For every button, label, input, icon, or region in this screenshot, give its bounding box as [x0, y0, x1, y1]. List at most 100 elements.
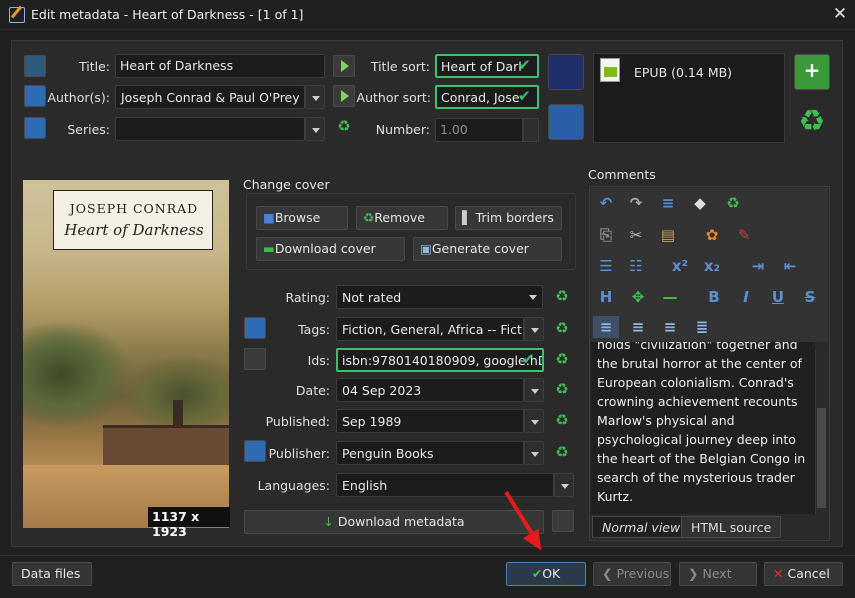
cancel-button[interactable]: ✕ Cancel [764, 562, 843, 586]
comments-scroll-thumb[interactable] [817, 408, 826, 508]
clear-publisher-recycle-icon[interactable]: ♻ [551, 443, 573, 461]
number-spinbox[interactable]: 1.00 [435, 118, 523, 142]
authors-combo[interactable]: Joseph Conrad & Paul O'Prey [115, 85, 305, 109]
superscript-icon[interactable]: x² [669, 255, 691, 277]
download-metadata-button[interactable]: ↓ Download metadata [244, 510, 544, 534]
manage-tags-icon[interactable] [244, 317, 266, 339]
subscript-icon[interactable]: x₂ [701, 255, 723, 277]
clear-date-recycle-icon[interactable]: ♻ [551, 380, 573, 398]
tags-dropdown-icon[interactable] [524, 317, 544, 341]
tags-input[interactable]: Fiction, General, Africa -- Fiction, [336, 317, 524, 341]
paste-isbn-icon[interactable] [244, 348, 266, 370]
publisher-dropdown-icon[interactable] [524, 441, 544, 465]
rating-combo[interactable]: Not rated [336, 285, 543, 309]
title-bar: Edit metadata - Heart of Darkness - [1 o… [0, 0, 855, 30]
generate-cover-label: Generate cover [431, 241, 529, 256]
browse-cover-label: Browse [274, 210, 321, 225]
strikethrough-icon[interactable]: S [799, 286, 821, 308]
format-entry[interactable]: EPUB (0.14 MB) [634, 65, 732, 80]
data-files-button[interactable]: Data files [12, 562, 92, 586]
browse-folder-icon: ■ [263, 210, 275, 225]
italic-icon[interactable]: I [735, 286, 757, 308]
data-files-label: Data files [21, 566, 81, 581]
published-label: Published: [265, 414, 330, 429]
manage-publisher-icon[interactable] [244, 440, 266, 462]
remove-cover-button[interactable]: ♻Remove [356, 206, 448, 230]
recycle-icon[interactable]: ♻ [722, 192, 744, 214]
next-button[interactable]: ❯ Next [679, 562, 757, 586]
cover-boat [103, 425, 229, 470]
series-dropdown-icon[interactable] [305, 117, 325, 141]
manage-series-icon[interactable] [24, 117, 46, 139]
align-right-icon[interactable]: ≡ [659, 316, 681, 338]
download-cover-button[interactable]: ▬Download cover [256, 237, 405, 261]
previous-button[interactable]: ❮ Previous [593, 562, 671, 586]
insert-link-icon[interactable]: ✥ [627, 286, 649, 308]
outdent-icon[interactable]: ⇤ [779, 255, 801, 277]
languages-combo[interactable]: English [336, 473, 554, 497]
align-justify-icon[interactable]: ≣ [691, 316, 713, 338]
bold-icon[interactable]: B [703, 286, 725, 308]
horizontal-rule-icon[interactable]: — [659, 286, 681, 308]
languages-dropdown-icon[interactable] [554, 473, 574, 497]
redo-icon[interactable]: ↷ [625, 192, 647, 214]
align-left-icon[interactable]: ≡ [593, 316, 619, 338]
clear-rating-recycle-icon[interactable]: ♻ [551, 287, 573, 305]
published-dropdown-icon[interactable] [524, 409, 544, 433]
ids-input[interactable]: isbn:9780140180909, google:hD [336, 348, 544, 372]
underline-icon[interactable]: U [767, 286, 789, 308]
indent-icon[interactable]: ⇥ [747, 255, 769, 277]
clear-tags-recycle-icon[interactable]: ♻ [551, 319, 573, 337]
publisher-label: Publisher: [268, 446, 330, 461]
metadata-sources-config-icon[interactable] [552, 510, 574, 532]
number-spinner-buttons[interactable] [523, 118, 539, 142]
copy-icon[interactable]: ⎘ [595, 224, 617, 246]
paste-icon[interactable]: ▤ [657, 224, 679, 246]
ordered-list-icon[interactable]: ☰ [595, 255, 617, 277]
title-input[interactable]: Heart of Darkness [115, 54, 325, 78]
download-metadata-label: Download metadata [337, 514, 465, 529]
date-edit[interactable]: 04 Sep 2023 [336, 378, 524, 402]
comments-line: the heart of the Belgian Congo in [597, 451, 806, 466]
close-icon[interactable]: ✕ [831, 4, 849, 24]
ok-button[interactable]: ✔OK [506, 562, 586, 586]
select-all-icon[interactable]: ≡ [657, 192, 679, 214]
remove-format-recycle-icon[interactable]: ♻ [794, 104, 830, 140]
add-format-icon[interactable]: + [794, 54, 830, 90]
cover-preview-icon[interactable] [548, 54, 584, 90]
clear-series-recycle-icon[interactable]: ♻ [333, 117, 355, 135]
undo-icon[interactable]: ↶ [595, 192, 617, 214]
clear-ids-recycle-icon[interactable]: ♻ [551, 350, 573, 368]
swap-title-author-icon[interactable] [24, 55, 46, 77]
cut-icon[interactable]: ✂ [625, 224, 647, 246]
download-cover-label: Download cover [274, 241, 376, 256]
tab-html-source[interactable]: HTML source [681, 516, 782, 538]
comments-scrollbar[interactable] [815, 350, 827, 514]
unordered-list-icon[interactable]: ☷ [625, 255, 647, 277]
edit-cover-icon[interactable] [548, 104, 584, 140]
ids-value: isbn:9780140180909, google:hD [342, 353, 544, 368]
trim-borders-button[interactable]: ▌ Trim borders [455, 206, 562, 230]
author-sort-arrow-button[interactable] [333, 85, 355, 107]
tab-normal-view[interactable]: Normal view [592, 516, 691, 538]
comments-text-editor[interactable]: holds "civilization" together and the br… [591, 342, 815, 514]
change-cover-label: Change cover [243, 177, 330, 192]
align-center-icon[interactable]: ≡ [627, 316, 649, 338]
remove-recycle-icon: ♻ [363, 210, 375, 225]
background-color-icon[interactable]: ✿ [701, 224, 723, 246]
clear-published-recycle-icon[interactable]: ♻ [551, 411, 573, 429]
published-edit[interactable]: Sep 1989 [336, 409, 524, 433]
authors-dropdown-icon[interactable] [305, 85, 325, 109]
comments-line: psychological journey deep into [597, 432, 796, 447]
heading-icon[interactable]: H [595, 286, 617, 308]
rating-dropdown-icon[interactable] [523, 285, 543, 309]
foreground-color-icon[interactable]: ✎ [733, 224, 755, 246]
title-sort-arrow-button[interactable] [333, 55, 355, 77]
cover-tree-shape [23, 320, 133, 430]
generate-cover-button[interactable]: ▣Generate cover [413, 237, 562, 261]
publisher-combo[interactable]: Penguin Books [336, 441, 524, 465]
series-combo[interactable] [115, 117, 305, 141]
browse-cover-button[interactable]: ■Browse [256, 206, 348, 230]
date-dropdown-icon[interactable] [524, 378, 544, 402]
clear-icon[interactable]: ◆ [689, 192, 711, 214]
